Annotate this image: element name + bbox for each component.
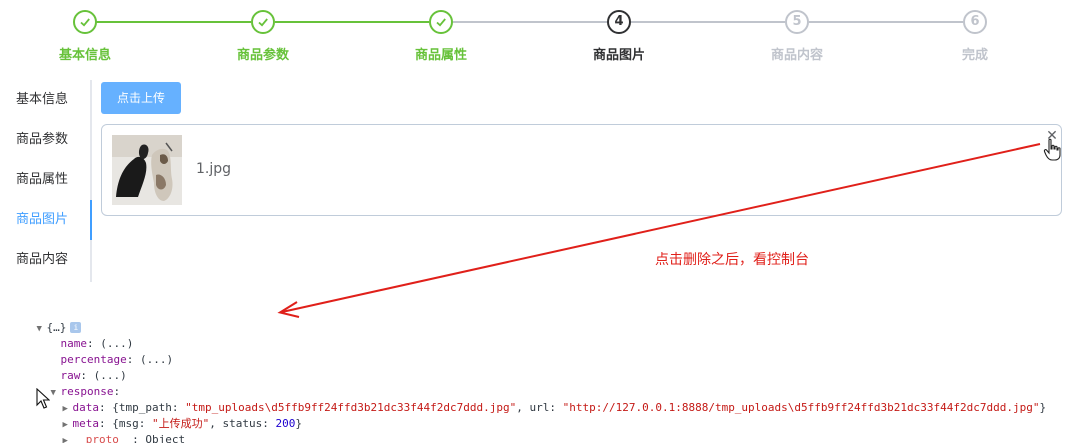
tab-goods-images[interactable]: 商品图片: [0, 200, 92, 240]
uploaded-file-item[interactable]: 1.jpg ✕: [101, 124, 1062, 216]
step-5-title: 商品内容: [770, 48, 823, 63]
tab-goods-content[interactable]: 商品内容: [0, 240, 90, 280]
check-icon: [251, 10, 275, 34]
vertical-tabs: 基本信息 商品参数 商品属性 商品图片 商品内容: [0, 80, 92, 282]
step-3-title: 商品属性: [414, 48, 467, 63]
collapse-triangle-icon[interactable]: ▶: [63, 433, 73, 443]
check-icon: [73, 10, 97, 34]
step-6-title: 完成: [961, 48, 988, 63]
tab-basic-info[interactable]: 基本信息: [0, 80, 90, 120]
steps-bar: 基本信息 商品参数 商品属性 4 商品图片 5 商品内容 6 完成: [0, 0, 1077, 70]
annotation-text: 点击删除之后，看控制台: [655, 252, 809, 268]
step-connector: [453, 21, 607, 23]
step-4-title: 商品图片: [592, 48, 645, 63]
step-2-title: 商品参数: [236, 48, 289, 63]
step-4-number: 4: [607, 10, 631, 34]
file-thumbnail: [112, 135, 182, 205]
tab-goods-attrs[interactable]: 商品属性: [0, 160, 90, 200]
step-connector: [809, 21, 963, 23]
hand-cursor-icon: [1043, 138, 1063, 166]
file-name[interactable]: 1.jpg: [196, 161, 231, 177]
console-prop-proto[interactable]: ▶ __proto__: Object: [36, 416, 186, 443]
step-6-number: 6: [963, 10, 987, 34]
arrow-cursor-icon: [36, 387, 51, 414]
step-connector: [631, 21, 785, 23]
step-connector: [275, 21, 429, 23]
check-icon: [429, 10, 453, 34]
step-1-title: 基本信息: [58, 48, 111, 63]
step-connector: [85, 21, 251, 23]
tab-goods-params[interactable]: 商品参数: [0, 120, 90, 160]
upload-button[interactable]: 点击上传: [101, 82, 181, 114]
step-5-number: 5: [785, 10, 809, 34]
